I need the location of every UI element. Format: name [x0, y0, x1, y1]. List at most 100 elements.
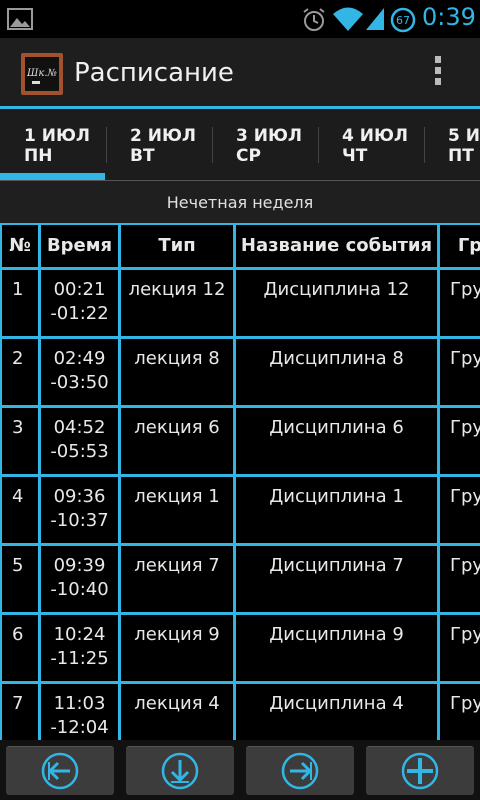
cell-type: лекция 4 — [121, 684, 233, 740]
cell-number: 6 — [2, 615, 38, 681]
cell-event-name-text: Дисциплина 4 — [269, 693, 404, 714]
tab-day-2[interactable]: 2 ИЮЛ ВТ — [106, 109, 212, 181]
cell-type-text: лекция 1 — [134, 486, 220, 507]
cell-time-text: -10:37 — [50, 510, 109, 531]
tab-date-label: 5 ИЮЛ — [448, 126, 480, 146]
cell-type-text: лекция 4 — [134, 693, 220, 714]
tab-day-5[interactable]: 5 ИЮЛПТ — [424, 109, 480, 181]
bottom-toolbar — [0, 740, 480, 800]
previous-day-button[interactable] — [6, 746, 114, 795]
cell-time: 10:24 -11:25 — [41, 615, 118, 681]
wifi-icon — [333, 7, 363, 31]
tab-weekday-label: ПТ — [448, 146, 474, 166]
app-logo-icon[interactable]: Шк.№ — [20, 52, 64, 96]
column-header-type: Тип — [121, 225, 233, 267]
cell-time: 04:52 -05:53 — [41, 408, 118, 474]
action-bar: Шк.№ Расписание — [0, 38, 480, 108]
today-button[interactable] — [126, 746, 234, 795]
tab-day-1[interactable]: 1 ИЮЛ ПН — [0, 109, 106, 181]
cell-type: лекция 1 — [121, 477, 233, 543]
tab-weekday-label: ВТ — [130, 146, 155, 166]
cell-group: Гру — [440, 477, 480, 543]
status-bar: 67 0:39 — [0, 0, 480, 38]
cell-event-name-text: Дисциплина 9 — [269, 624, 404, 645]
alarm-icon — [303, 8, 325, 31]
table-row[interactable]: 1 00:21 -01:22 лекция 12 Дисциплина 12 Гру — [0, 270, 480, 336]
tab-date-label: 2 ИЮЛ — [130, 126, 197, 146]
table-row[interactable]: 2 02:49 -03:50 лекция 8 Дисциплина 8 Гру — [0, 339, 480, 405]
cell-event-name: Дисциплина 4 — [236, 684, 437, 740]
cell-type: лекция 9 — [121, 615, 233, 681]
cell-number: 4 — [2, 477, 38, 543]
cell-number-text: 3 — [12, 417, 24, 438]
table-row[interactable]: 6 10:24 -11:25 лекция 9 Дисциплина 9 Гру — [0, 615, 480, 681]
battery-icon: 67 — [390, 7, 416, 33]
cell-event-name-text: Дисциплина 8 — [269, 348, 404, 369]
tab-separator — [106, 127, 107, 163]
cell-time: 11:03 -12:04 — [41, 684, 118, 740]
cell-type: лекция 6 — [121, 408, 233, 474]
cell-group: Гру — [440, 684, 480, 740]
cell-time-text: 09:39 — [53, 555, 106, 576]
schedule-table: № Время Тип Название события Гр 1 00:21 -01:22 л… — [0, 223, 480, 740]
cell-event-name-text: Дисциплина 7 — [269, 555, 404, 576]
cell-type-text: лекция 9 — [134, 624, 220, 645]
cell-group-text: Гру — [450, 555, 480, 576]
cell-type-text: лекция 6 — [134, 417, 220, 438]
cell-group-text: Гру — [450, 624, 480, 645]
download-icon — [161, 752, 199, 790]
tab-day-3[interactable]: 3 ИЮЛ СР — [212, 109, 318, 181]
next-day-button[interactable] — [246, 746, 354, 795]
cell-group: Гру — [440, 408, 480, 474]
cell-group-text: Гру — [450, 417, 480, 438]
cell-time: 09:36 -10:37 — [41, 477, 118, 543]
overflow-menu-icon[interactable] — [428, 56, 448, 92]
cell-number-text: 5 — [12, 555, 24, 576]
cell-event-name: Дисциплина 8 — [236, 339, 437, 405]
cell-event-name-text: Дисциплина 12 — [263, 279, 410, 300]
add-event-button[interactable] — [366, 746, 474, 795]
cell-event-name-text: Дисциплина 6 — [269, 417, 404, 438]
cell-number: 1 — [2, 270, 38, 336]
tab-separator — [424, 127, 425, 163]
cell-time-text: 04:52 — [53, 417, 106, 438]
table-row[interactable]: 7 11:03 -12:04 лекция 4 Дисциплина 4 Гру — [0, 684, 480, 740]
cell-time: 00:21 -01:22 — [41, 270, 118, 336]
cell-number: 2 — [2, 339, 38, 405]
tab-weekday-label: ПН — [24, 146, 53, 166]
column-header-num: № — [2, 225, 38, 267]
forward-arrow-icon — [281, 752, 319, 790]
table-row[interactable]: 3 04:52 -05:53 лекция 6 Дисциплина 6 Гру — [0, 408, 480, 474]
table-row[interactable]: 5 09:39 -10:40 лекция 7 Дисциплина 7 Гру — [0, 546, 480, 612]
cell-event-name-text: Дисциплина 1 — [269, 486, 404, 507]
svg-text:Шк.№: Шк.№ — [26, 68, 57, 79]
cell-time-text: 10:24 — [53, 624, 106, 645]
cell-number: 5 — [2, 546, 38, 612]
cell-time-text: 09:36 — [53, 486, 106, 507]
cell-group-text: Гру — [450, 348, 480, 369]
cell-group-text: Гру — [450, 693, 480, 714]
table-row[interactable]: 4 09:36 -10:37 лекция 1 Дисциплина 1 Гру — [0, 477, 480, 543]
signal-icon — [366, 8, 384, 30]
tab-date-label: 1 ИЮЛ — [24, 126, 91, 146]
cell-event-name: Дисциплина 1 — [236, 477, 437, 543]
cell-type: лекция 7 — [121, 546, 233, 612]
tab-date-label: 4 ИЮЛ — [342, 126, 409, 146]
cell-time-text: 02:49 — [53, 348, 106, 369]
tab-separator — [212, 127, 213, 163]
cell-number-text: 6 — [12, 624, 24, 645]
cell-group: Гру — [440, 270, 480, 336]
column-header-name: Название события — [236, 225, 437, 267]
tab-day-4[interactable]: 4 ИЮЛ ЧТ — [318, 109, 424, 181]
cell-number-text: 7 — [12, 693, 24, 714]
tab-weekday-label: ЧТ — [342, 146, 368, 166]
day-tabs: 1 ИЮЛПН2 ИЮЛВТ3 ИЮЛСР4 ИЮЛЧТ5 ИЮЛПТ — [0, 109, 480, 181]
cell-type-text: лекция 7 — [134, 555, 220, 576]
add-icon — [401, 752, 439, 790]
cell-number-text: 4 — [12, 486, 24, 507]
column-header-time: Время — [41, 225, 118, 267]
cell-type-text: лекция 12 — [128, 279, 226, 300]
tab-weekday-label: СР — [236, 146, 261, 166]
svg-text:67: 67 — [396, 14, 410, 27]
cell-time-text: -11:25 — [50, 648, 109, 669]
